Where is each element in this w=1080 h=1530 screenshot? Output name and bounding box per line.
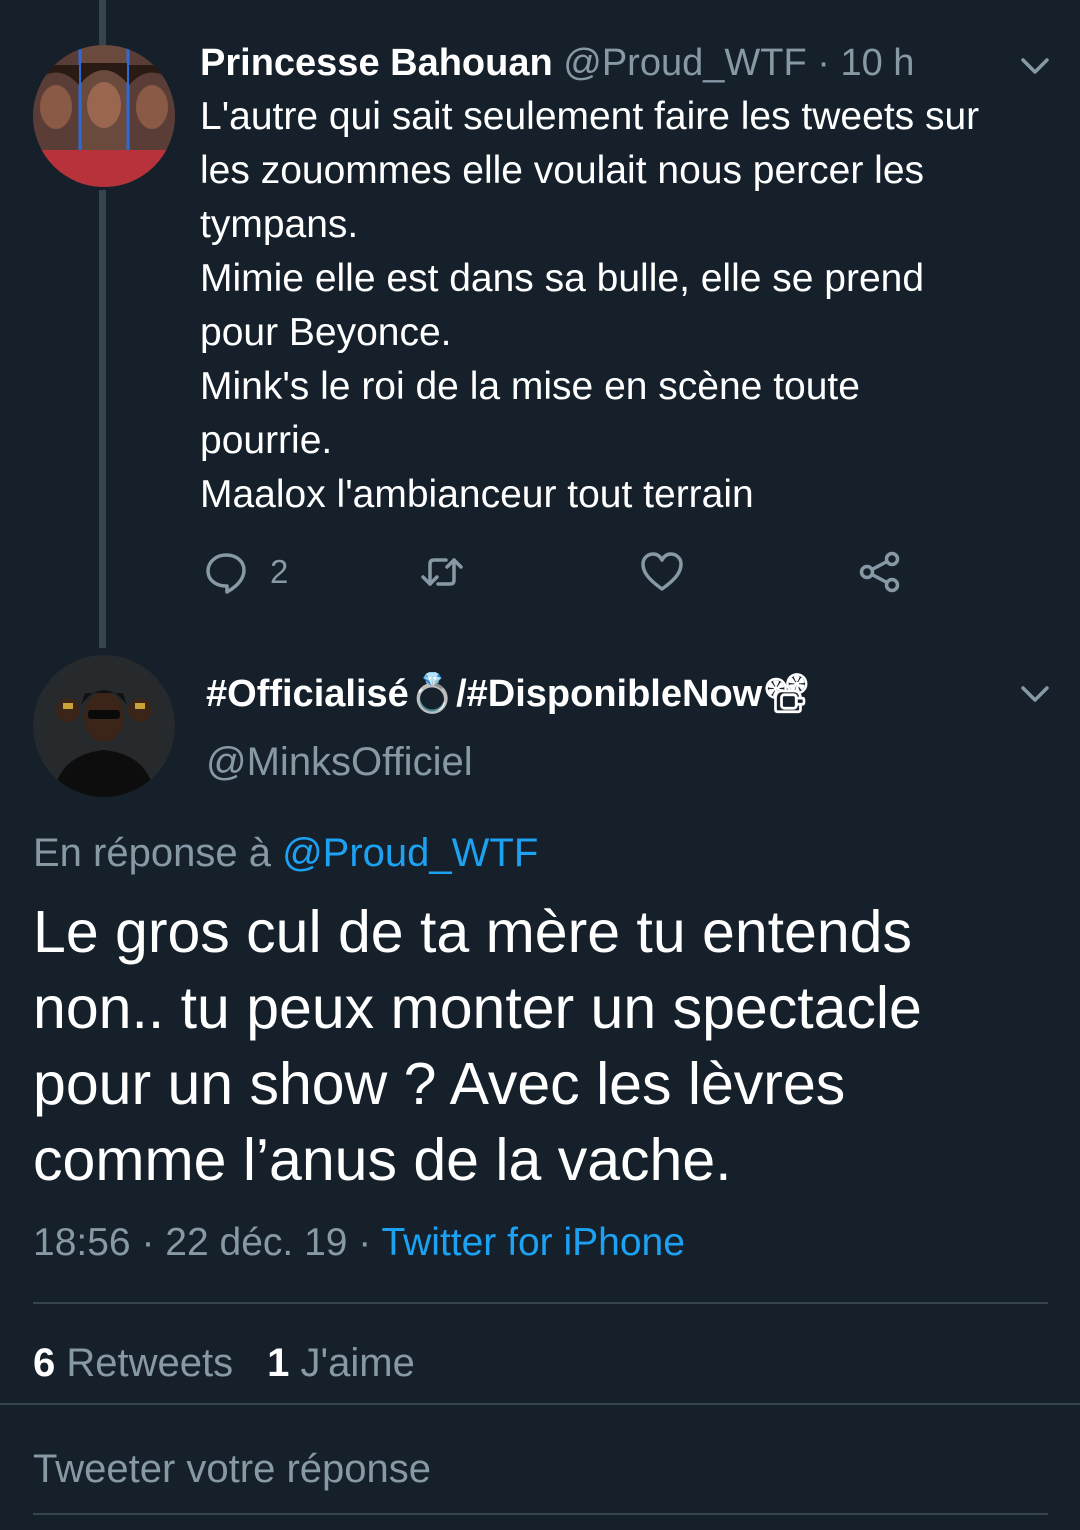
divider — [0, 1403, 1080, 1405]
reply-count: 2 — [270, 553, 289, 590]
like-icon — [641, 552, 683, 591]
tweet-text-line: Le gros cul de ta mère tu entends — [33, 899, 912, 965]
tweet-text-line: pourrie. — [200, 419, 333, 462]
divider — [33, 1513, 1048, 1515]
divider — [33, 1302, 1048, 1304]
tweet-text-line: non.. tu peux monter un spectacle — [33, 975, 922, 1041]
tweet-date: 22 déc. 19 — [165, 1221, 348, 1264]
display-name[interactable]: Princesse Bahouan — [200, 42, 553, 84]
tweet-text-line: pour un show ? Avec les lèvres — [33, 1051, 846, 1117]
timestamp[interactable]: 10 h — [840, 42, 914, 84]
tweet-detail-page: Princesse Bahouan @Proud_WTF · 10 h L'au… — [0, 0, 1080, 1530]
tweet-text-line: Mink's le roi de la mise en scène toute — [200, 365, 860, 408]
username[interactable]: @Proud_WTF — [563, 42, 806, 84]
username[interactable]: @MinksOfficiel — [206, 736, 473, 788]
tweet-text-line: tympans. — [200, 203, 359, 246]
retweets-label: Retweets — [66, 1341, 234, 1385]
separator: · — [141, 1221, 155, 1264]
like-button[interactable] — [640, 548, 684, 596]
tweet-text-line: comme l’anus de la vache. — [33, 1127, 732, 1193]
tweet-text: Le gros cul de ta mère tu entends non.. … — [33, 894, 1053, 1198]
tweet-text: L'autre qui sait seulement faire les twe… — [200, 90, 1060, 522]
likes-count: 1 — [267, 1341, 290, 1385]
tweet-text-line: Mimie elle est dans sa bulle, elle se pr… — [200, 257, 925, 300]
reply-icon — [206, 553, 246, 594]
likes-label: J'aime — [300, 1341, 415, 1385]
reply-to-handle[interactable]: @Proud_WTF — [282, 831, 538, 875]
share-icon — [859, 551, 900, 593]
chevron-down-icon[interactable] — [1017, 48, 1053, 84]
tweet-stats: 6 Retweets 1 J'aime — [33, 1336, 415, 1390]
chevron-down-icon[interactable] — [1017, 676, 1053, 712]
avatar[interactable] — [33, 45, 175, 187]
avatar[interactable] — [33, 655, 175, 797]
tweet-text-line: Maalox l'ambianceur tout terrain — [200, 473, 754, 516]
thread-line — [99, 0, 106, 46]
tweet-header: Princesse Bahouan @Proud_WTF · 10 h — [200, 40, 914, 86]
reply-composer-input[interactable]: Tweeter votre réponse — [33, 1442, 431, 1496]
likes-stat[interactable]: 1 J'aime — [267, 1341, 415, 1385]
tweet-source-link[interactable]: Twitter for iPhone — [381, 1221, 684, 1264]
share-button[interactable] — [858, 548, 902, 596]
display-name[interactable]: #Officialisé💍/#DisponibleNow📽 — [206, 668, 810, 720]
reply-button[interactable]: 2 — [204, 548, 288, 596]
tweet-text-line: les zouommes elle voulait nous percer le… — [200, 149, 925, 192]
tweet-time: 18:56 — [33, 1221, 131, 1264]
thread-line — [99, 190, 106, 648]
tweet-text-line: L'autre qui sait seulement faire les twe… — [200, 95, 980, 138]
tweet-actions: 2 — [200, 548, 920, 596]
tweet-meta: 18:56 · 22 déc. 19 · Twitter for iPhone — [33, 1216, 685, 1270]
retweets-stat[interactable]: 6 Retweets — [33, 1341, 233, 1385]
retweet-icon — [421, 558, 463, 586]
separator: · — [358, 1221, 372, 1264]
separator: · — [817, 42, 830, 84]
retweet-button[interactable] — [420, 548, 464, 596]
retweets-count: 6 — [33, 1341, 56, 1385]
tweet-text-line: pour Beyonce. — [200, 311, 452, 354]
reply-prefix: En réponse à — [33, 831, 271, 875]
reply-context: En réponse à @Proud_WTF — [33, 826, 538, 880]
